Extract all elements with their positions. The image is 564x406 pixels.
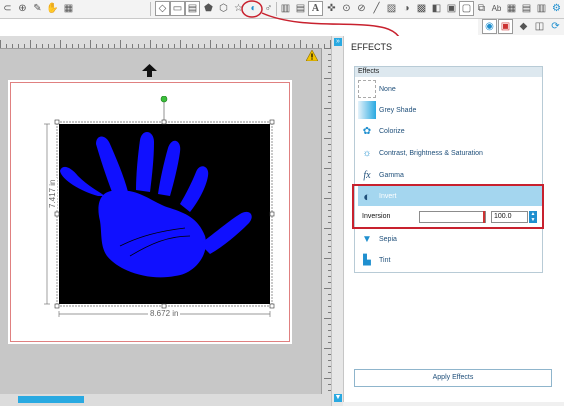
effect-sepia[interactable]: ▼ Sepia	[358, 229, 542, 249]
send-to-icon[interactable]: ▥	[534, 1, 549, 16]
image-tool-icon[interactable]: ▣	[498, 19, 513, 34]
effect-grey-shade[interactable]: Grey Shade	[358, 100, 542, 120]
width-dimension-label: 8.672 in	[148, 309, 181, 318]
send-icon[interactable]: ◧	[429, 1, 444, 16]
ruler-tick	[18, 44, 19, 48]
page-icon[interactable]: ▢	[459, 1, 474, 16]
grid-icon[interactable]: ▦	[61, 1, 76, 16]
effect-label: Colorize	[379, 127, 405, 135]
toolbar-separator	[150, 2, 151, 16]
ruler-tick	[120, 40, 121, 48]
rectangle-icon[interactable]: ▭	[170, 1, 185, 16]
pan-icon[interactable]: ✋	[45, 1, 60, 16]
ruler-tick	[54, 44, 55, 48]
colorize-icon: ✿	[362, 125, 372, 137]
ruler-tick	[162, 44, 163, 48]
ruler-tick	[102, 44, 103, 48]
grid2-icon[interactable]: ▦	[504, 1, 519, 16]
height-dimension-label: 7.417 in	[48, 177, 57, 210]
ruler-tick	[84, 44, 85, 48]
effects-group-title: Effects	[355, 67, 542, 77]
apply-effects-button[interactable]: Apply Effects	[354, 369, 552, 387]
effect-label: Tint	[379, 256, 391, 264]
ruler-tick	[12, 44, 13, 48]
pen-icon[interactable]: ✎	[30, 1, 45, 16]
panel-footer	[343, 402, 564, 406]
ruler-tick	[96, 44, 97, 48]
ruler-tick	[66, 44, 67, 48]
shape-icon[interactable]: ⬟	[201, 1, 216, 16]
none-icon	[358, 80, 376, 98]
ruler-tick	[42, 44, 43, 48]
ruler-tick	[108, 44, 109, 48]
ruler-tick	[36, 44, 37, 48]
trace-tool-icon[interactable]: ◫	[532, 19, 547, 34]
ruler-tick	[30, 40, 31, 48]
ruler-tick	[216, 44, 217, 48]
vertical-scrollbar[interactable]: » ▼	[331, 36, 343, 406]
grey-shade-icon	[358, 101, 376, 119]
zoom-icon[interactable]: ⊕	[15, 1, 30, 16]
ruler-tick	[156, 44, 157, 48]
ruler-tick	[228, 44, 229, 48]
ruler-tick	[6, 44, 7, 48]
panel-title: EFFECTS	[351, 42, 393, 52]
paint-icon[interactable]: ▤	[185, 1, 200, 16]
ruler-tick	[144, 44, 145, 48]
settings-icon[interactable]: ⚙	[549, 1, 564, 16]
copy-icon[interactable]: ⧉	[474, 1, 489, 16]
horizontal-scroll-thumb[interactable]	[18, 396, 84, 403]
move-up-arrow-icon[interactable]	[142, 64, 157, 77]
ruler-tick	[204, 44, 205, 48]
effect-label: Contrast, Brightness & Saturation	[379, 149, 483, 157]
ruler-tick	[150, 40, 151, 48]
ruler-tick	[234, 44, 235, 48]
ruler-tick	[60, 40, 61, 48]
contrast-icon: ☼	[362, 147, 372, 159]
ruler-tick	[138, 44, 139, 48]
layers-icon[interactable]: ▤	[519, 1, 534, 16]
ruler-tick	[198, 44, 199, 48]
sepia-icon: ▼	[362, 233, 372, 245]
ruler-tick	[180, 40, 181, 48]
ruler-tick	[168, 44, 169, 48]
selected-image[interactable]	[40, 96, 280, 321]
eraser-icon[interactable]: ◇	[155, 1, 170, 16]
ruler-tick	[222, 44, 223, 48]
ruler-tick	[210, 40, 211, 48]
ruler-tick	[186, 44, 187, 48]
panel-toolbar: ◉ ▣ ◆ ◫ ⟳	[478, 19, 564, 35]
effect-colorize[interactable]: ✿ Colorize	[358, 121, 542, 141]
lasso-icon[interactable]: ⊂	[0, 1, 15, 16]
ruler-tick	[174, 44, 175, 48]
effect-label: Grey Shade	[379, 106, 417, 114]
scroll-down-icon[interactable]: ▼	[334, 394, 342, 402]
gamma-icon: fx	[363, 169, 371, 181]
refresh-icon[interactable]: ⟳	[548, 19, 563, 34]
ruler-tick	[0, 40, 1, 48]
effect-none[interactable]: None	[358, 79, 542, 99]
effect-gamma[interactable]: fx Gamma	[358, 165, 542, 185]
effect-label: Gamma	[379, 171, 404, 179]
effect-tint[interactable]: ▙ Tint	[358, 250, 542, 270]
ruler-tick	[126, 44, 127, 48]
effect-label: None	[379, 85, 396, 93]
effect-contrast[interactable]: ☼ Contrast, Brightness & Saturation	[358, 143, 542, 163]
polygon-icon[interactable]: ⬡	[216, 1, 231, 16]
invert-highlight-box	[352, 184, 544, 229]
ruler-tick	[132, 44, 133, 48]
ab-icon[interactable]: Ab	[489, 1, 504, 16]
ruler-tick	[24, 44, 25, 48]
select-tool-icon[interactable]: ◉	[482, 19, 497, 34]
store-icon[interactable]: ▣	[444, 1, 459, 16]
ruler-tick	[72, 44, 73, 48]
tint-icon: ▙	[363, 254, 371, 266]
ruler-tick	[78, 44, 79, 48]
ruler-tick	[48, 44, 49, 48]
ruler-tick	[90, 40, 91, 48]
effect-label: Sepia	[379, 235, 397, 243]
ruler-tick	[192, 44, 193, 48]
ruler-tick	[114, 44, 115, 48]
eraser-tool-icon[interactable]: ◆	[516, 19, 531, 34]
